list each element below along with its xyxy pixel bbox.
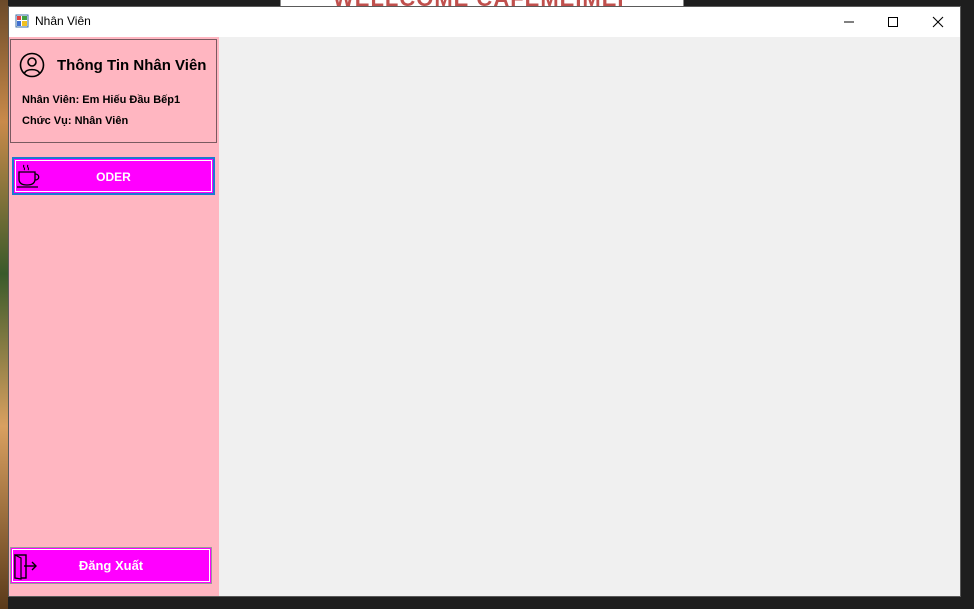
maximize-button[interactable]: [870, 7, 916, 37]
maximize-icon: [888, 17, 898, 27]
minimize-icon: [844, 21, 854, 23]
client-area: Thông Tin Nhân Viên Nhân Viên: Em Hiếu Đ…: [9, 37, 960, 596]
employee-role-label: Chức Vụ: Nhân Viên: [22, 115, 129, 127]
window-title: Nhân Viên: [35, 14, 91, 28]
close-button[interactable]: [915, 7, 961, 37]
employee-info-panel: Thông Tin Nhân Viên Nhân Viên: Em Hiếu Đ…: [10, 39, 217, 143]
oder-button[interactable]: ODER: [12, 157, 215, 195]
desktop-background: [0, 0, 8, 609]
info-header: Thông Tin Nhân Viên: [19, 52, 206, 78]
logout-button-label: Đăng Xuất: [78, 558, 144, 573]
user-circle-icon: [19, 52, 45, 78]
close-icon: [932, 16, 944, 28]
app-form-icon: [15, 14, 29, 28]
info-title: Thông Tin Nhân Viên: [57, 56, 207, 74]
sidebar: Thông Tin Nhân Viên Nhân Viên: Em Hiếu Đ…: [9, 37, 219, 596]
oder-button-label: ODER: [96, 170, 131, 184]
minimize-button[interactable]: [826, 7, 872, 37]
main-window: Nhân Viên Thông Tin Nhân Viên Nhân Viên:…: [8, 6, 961, 597]
employee-name-label: Nhân Viên: Em Hiếu Đầu Bếp1: [22, 94, 181, 106]
main-content-area: [219, 37, 960, 596]
logout-button[interactable]: Đăng Xuất: [10, 547, 212, 584]
title-bar[interactable]: Nhân Viên: [9, 7, 960, 37]
